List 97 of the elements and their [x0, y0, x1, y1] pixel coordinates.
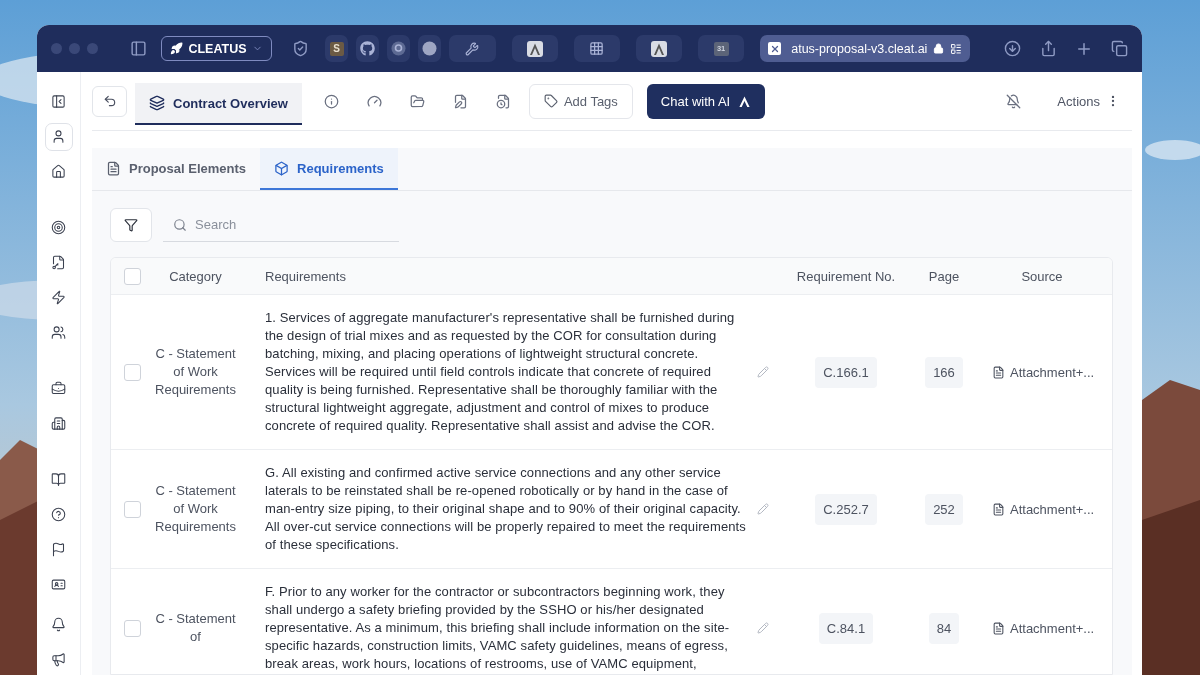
document-icon	[992, 365, 1005, 379]
share-icon	[1039, 40, 1057, 57]
bell-off-icon	[1006, 93, 1022, 109]
page-number: 166	[925, 356, 963, 388]
add-tags-button[interactable]: Add Tags	[528, 83, 633, 119]
folder-icon	[409, 93, 425, 109]
bell-icon	[51, 616, 66, 632]
tag-icon	[543, 94, 558, 108]
requirement-text: F. Prior to any worker for the contractor or subcontractors beginning work, they shall undergo a safety briefing provided by the SSHO or his/her designated representative. As a minimum, this briefing shall include information on the site-specific hazards, construction limits, VAMC safety guidelines, means of egress, break areas, work hours, locations of restrooms, use of VAMC equipment,	[264, 583, 731, 673]
browser-tab[interactable]	[449, 35, 496, 62]
filter-button[interactable]	[110, 208, 152, 242]
category-text: C - Statement of	[154, 610, 237, 646]
overview-tab[interactable]: Contract Overview	[135, 83, 302, 125]
lightning-icon	[51, 290, 66, 306]
target-icon	[51, 220, 66, 236]
ring-favicon-icon	[391, 41, 407, 56]
logo-icon	[738, 94, 752, 108]
browser-tab[interactable]: S	[325, 35, 349, 62]
info-icon	[323, 93, 339, 109]
sidebar-icon	[130, 40, 148, 57]
profile-button[interactable]: CLEATUS	[161, 36, 272, 61]
browser-tab[interactable]	[511, 35, 558, 62]
file-key-icon	[51, 255, 66, 271]
building-icon	[51, 415, 66, 431]
category-text: C - Statement of Work Requirements	[154, 482, 237, 536]
megaphone-icon	[51, 651, 66, 667]
help-icon	[51, 506, 66, 522]
requirement-text: G. All existing and confirmed active service connections and any other service laterals to be reinstated shall be re-opened robotically or by hand in the case of man-entry size piping, to their original shape and to 90% of their original capacity. All over-cut service connections will be properly repaired to meet the requirements of these specifications.	[264, 464, 747, 554]
row-checkbox[interactable]	[123, 619, 141, 637]
book-icon	[51, 471, 66, 487]
home-icon	[51, 164, 66, 180]
document-icon	[992, 502, 1005, 516]
column-header[interactable]: Category	[169, 268, 222, 284]
github-icon	[360, 41, 376, 56]
download-icon	[1004, 40, 1022, 57]
section-tab[interactable]: Requirements	[260, 148, 398, 190]
users-icon	[51, 325, 66, 341]
source-link[interactable]: Attachment+...	[972, 364, 1112, 380]
browser-tab[interactable]	[418, 35, 442, 62]
chat-button[interactable]: Chat with AI	[646, 83, 766, 119]
column-header[interactable]: Source	[1021, 268, 1063, 284]
row-checkbox[interactable]	[123, 500, 141, 518]
pencil-icon	[757, 503, 769, 515]
browser-tab[interactable]	[356, 35, 380, 62]
browser-tab[interactable]	[635, 35, 683, 62]
requirement-number: C.166.1	[815, 356, 877, 388]
user-icon	[51, 129, 66, 145]
address-tab[interactable]: atus-proposal-v3.cleat.ai	[760, 35, 971, 62]
category-text: C - Statement of Work Requirements	[154, 345, 237, 399]
actions-button[interactable]: Actions	[1057, 93, 1132, 109]
source-link[interactable]: Attachment+...	[972, 620, 1112, 636]
cube-icon	[274, 160, 290, 176]
grid-icon	[589, 41, 605, 56]
gauge-icon	[366, 93, 382, 109]
nav-button[interactable]	[44, 122, 73, 151]
row-checkbox[interactable]	[123, 363, 141, 381]
pencil-icon	[757, 366, 769, 378]
undo-icon	[102, 94, 117, 108]
flag-icon	[51, 541, 66, 557]
requirement-number: C.252.7	[815, 493, 877, 525]
requirement-number: C.84.1	[818, 612, 874, 644]
requirement-text: 1. Services of aggregate manufacturer's representative shall be furnished during the design of trial mixes and as requested by the COR for consultation during batching, mixing, and placing operations of lightweight structural concrete. Services will be required until field controls indicate that concrete of required quality is being furnished. Representative shall be thoroughly familiar with the structural lightweight aggregate, adjustment and control of mixes to produce concrete of required quality. Representative shall assist and advise the COR.	[264, 309, 736, 435]
tabs-icon	[1110, 40, 1128, 57]
back-button[interactable]	[92, 85, 127, 117]
column-header[interactable]: Page	[928, 268, 960, 284]
wrench-icon	[465, 41, 480, 56]
letter-favicon: S	[329, 41, 344, 56]
page-number: 84	[928, 612, 960, 644]
select-all-checkbox[interactable]	[123, 267, 141, 285]
lock-icon	[933, 42, 945, 55]
id-card-icon	[51, 576, 66, 592]
logo-favicon-icon	[650, 40, 667, 57]
filter-icon	[124, 218, 138, 232]
logo-favicon-icon	[526, 40, 543, 57]
briefcase-icon	[51, 380, 66, 396]
browser-tab[interactable]	[573, 35, 620, 62]
shield-check-icon	[291, 40, 309, 57]
file-edit-icon	[452, 93, 468, 109]
url-text: atus-proposal-v3.cleat.ai	[791, 41, 928, 56]
document-icon	[992, 621, 1005, 635]
page-number: 252	[925, 493, 963, 525]
source-link[interactable]: Attachment+...	[972, 501, 1112, 517]
file-clock-icon	[495, 93, 511, 109]
reader-icon[interactable]	[950, 41, 963, 56]
column-header[interactable]: Requirements	[238, 268, 346, 284]
close-icon	[768, 42, 782, 55]
document-icon	[106, 160, 121, 176]
browser-tab[interactable]	[387, 35, 411, 62]
section-tab[interactable]: Proposal Elements	[92, 148, 261, 190]
dot-icon	[422, 41, 438, 56]
pencil-icon	[757, 622, 769, 634]
search-field[interactable]: Search	[163, 208, 399, 242]
layers-icon	[149, 95, 165, 111]
rocket-icon	[170, 42, 184, 55]
search-icon	[173, 218, 187, 232]
panel-icon	[51, 94, 66, 110]
column-header[interactable]: Requirement No.	[796, 268, 896, 284]
